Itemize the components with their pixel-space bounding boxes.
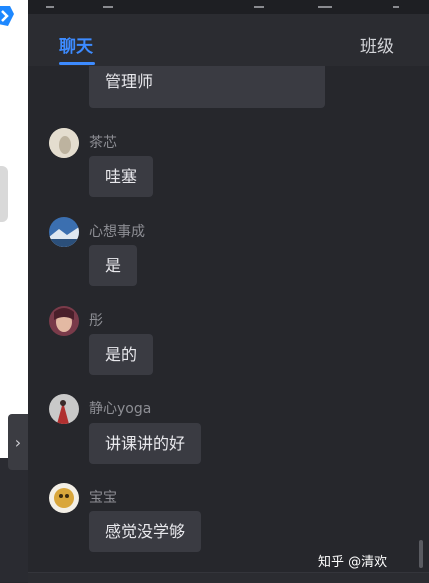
message-text: 哇塞 <box>105 167 138 186</box>
input-bar[interactable] <box>28 572 429 583</box>
tab-bar: 聊天 班级 <box>28 14 429 66</box>
scrollbar[interactable] <box>419 540 423 568</box>
message-text: 是的 <box>105 345 138 364</box>
toolbar-icon[interactable] <box>393 0 399 8</box>
tab-class[interactable]: 班级 <box>360 32 394 57</box>
toolbar-icon[interactable] <box>254 0 264 8</box>
app-logo-icon <box>0 6 14 26</box>
message-bubble: 讲课讲的好 <box>89 423 202 464</box>
avatar[interactable] <box>49 306 79 336</box>
message-bubble: 感觉没学够 <box>89 511 202 552</box>
avatar[interactable] <box>49 483 79 513</box>
username: 静心yoga <box>89 401 152 417</box>
message-bubble: 是的 <box>89 334 154 375</box>
side-card <box>0 166 8 222</box>
message-list[interactable]: 管理师 茶芯 哇塞 心想事成 是 彤 是的 静心yoga 讲课讲的好 宝宝 感觉 <box>28 66 429 572</box>
collapse-panel-button[interactable]: › <box>8 414 28 470</box>
chevron-right-icon: › <box>14 432 22 452</box>
tab-chat[interactable]: 聊天 <box>59 32 93 57</box>
message-bubble: 管理师 <box>89 66 325 108</box>
toolbar-icon[interactable] <box>318 0 332 8</box>
message-bubble: 哇塞 <box>89 156 154 197</box>
username: 宝宝 <box>89 490 117 506</box>
message-text: 讲课讲的好 <box>105 434 186 453</box>
toolbar-icon[interactable] <box>46 0 54 8</box>
username: 茶芯 <box>89 135 117 151</box>
message-bubble: 是 <box>89 245 138 286</box>
dark-area <box>0 458 28 582</box>
toolbar-strip <box>28 0 429 14</box>
chat-panel: 聊天 班级 管理师 茶芯 哇塞 心想事成 是 彤 是的 静心yoga 讲课讲的好… <box>28 0 429 583</box>
message-text: 是 <box>105 256 122 275</box>
avatar[interactable] <box>49 128 79 158</box>
watermark: 知乎 @清欢 <box>318 555 388 570</box>
toolbar-icon[interactable] <box>103 0 113 8</box>
avatar[interactable] <box>49 217 79 247</box>
background-app <box>0 0 28 582</box>
message-text: 管理师 <box>105 72 154 91</box>
message-text: 感觉没学够 <box>105 522 186 541</box>
avatar[interactable] <box>49 394 79 424</box>
username: 心想事成 <box>89 224 145 240</box>
active-tab-indicator <box>59 62 95 65</box>
username: 彤 <box>89 313 103 329</box>
